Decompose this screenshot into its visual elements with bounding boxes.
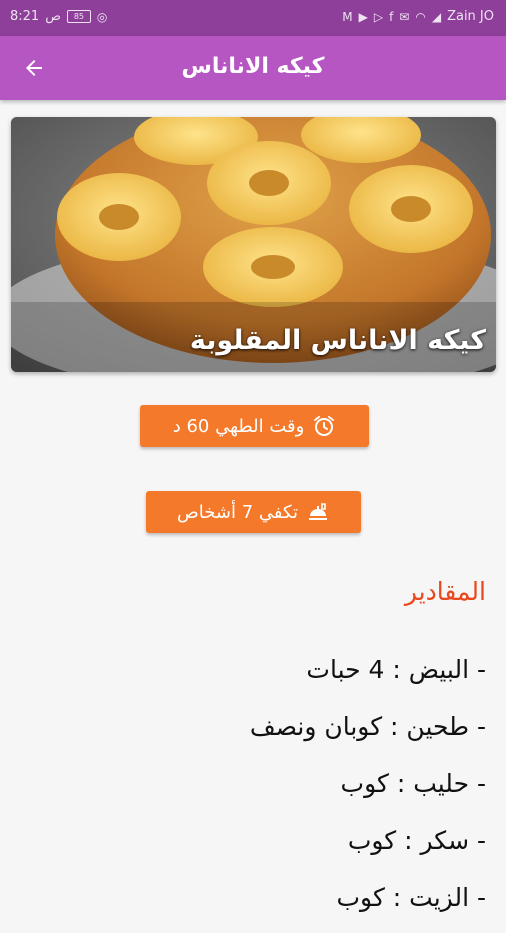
carrier-name: Zain JO: [447, 9, 494, 24]
page-title: كيكه الاناناس: [181, 54, 325, 79]
ingredients-title: المقادير: [404, 577, 486, 606]
alarm-clock-icon: [314, 416, 335, 436]
recipe-image-card: كيكه الاناناس المقلوبة: [11, 117, 496, 372]
serves-badge: تكفي 7 أشخاص: [146, 491, 361, 533]
mail-icon: ✉: [399, 9, 410, 24]
status-bar: 8:21 ص 85 ◎ M ▶ ▷ f ✉ ◠ ◢ Zain JO: [0, 0, 506, 36]
battery-icon: 85: [66, 10, 91, 23]
signal-icon: ◢: [431, 9, 442, 24]
ingredient-item: - حليب : كوب: [340, 769, 486, 798]
youtube-icon: ▶: [358, 9, 368, 24]
status-right: M ▶ ▷ f ✉ ◠ ◢ Zain JO: [342, 9, 494, 24]
ingredients-list: - البيض : 4 حبات - طحين : كوبان ونصف - ح…: [16, 648, 486, 933]
ingredient-item: - طحين : كوبان ونصف: [249, 712, 486, 741]
app-bar: كيكه الاناناس: [0, 36, 506, 100]
status-time: 8:21: [10, 9, 40, 24]
gmail-icon: M: [342, 9, 353, 24]
ingredient-item: - البيض : 4 حبات: [306, 655, 486, 684]
ingredient-item: - الزيت : كوب: [336, 883, 487, 912]
ingredient-item: - سكر : كوب: [347, 826, 486, 855]
facebook-icon: f: [389, 9, 394, 24]
headset-icon: ◎: [96, 9, 108, 24]
serves-label: تكفي 7 أشخاص: [177, 501, 298, 523]
cook-time-badge: وقت الطهي 60 د: [140, 405, 369, 447]
recipe-caption: كيكه الاناناس المقلوبة: [189, 325, 486, 356]
wifi-icon: ◠: [415, 9, 426, 24]
status-am-pm: ص: [45, 9, 61, 24]
status-left: 8:21 ص 85 ◎: [10, 9, 107, 24]
cook-time-label: وقت الطهي 60 د: [172, 415, 305, 437]
play-icon: ▷: [373, 9, 384, 24]
food-serving-icon: [308, 503, 327, 520]
